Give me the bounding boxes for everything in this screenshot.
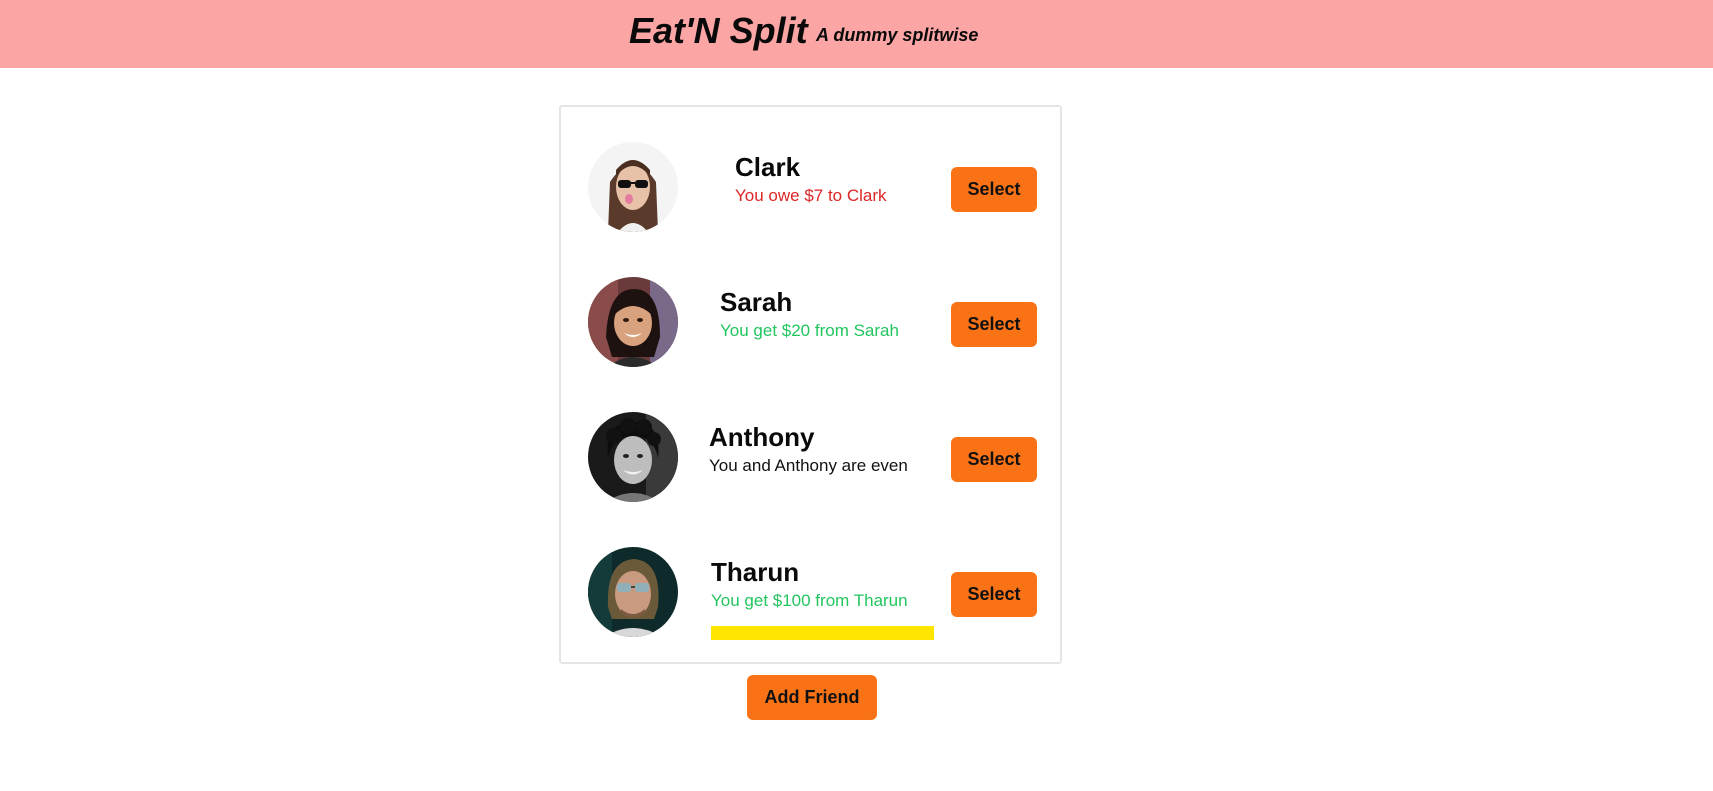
friend-balance: You owe $7 to Clark xyxy=(735,186,887,205)
friend-avatar xyxy=(588,412,678,502)
friend-item-tharun: Tharun You get $100 from Tharun Select xyxy=(561,539,1060,640)
friend-item-sarah: Sarah You get $20 from Sarah Select xyxy=(561,269,1060,369)
select-button[interactable]: Select xyxy=(951,437,1037,482)
friend-balance: You and Anthony are even xyxy=(709,456,908,475)
select-button[interactable]: Select xyxy=(951,572,1037,617)
avatar-photo-icon xyxy=(588,142,678,232)
app-header: Eat'N Split A dummy splitwise xyxy=(0,0,1713,68)
friend-balance: You get $20 from Sarah xyxy=(720,321,899,340)
add-friend-button[interactable]: Add Friend xyxy=(747,675,877,720)
avatar-photo-icon xyxy=(588,277,678,367)
app-title: Eat'N Split xyxy=(629,10,808,51)
highlight-mark xyxy=(711,626,934,640)
friend-avatar xyxy=(588,277,678,367)
friend-name: Anthony xyxy=(709,422,815,452)
friend-balance: You get $100 from Tharun xyxy=(711,591,908,610)
friend-item-clark: Clark You owe $7 to Clark Select xyxy=(561,134,1060,234)
friend-avatar xyxy=(588,547,678,637)
select-button[interactable]: Select xyxy=(951,302,1037,347)
friend-name: Clark xyxy=(735,152,801,182)
select-button[interactable]: Select xyxy=(951,167,1037,212)
friends-list: Clark You owe $7 to Clark Select Sarah Y… xyxy=(559,105,1062,664)
friend-name: Tharun xyxy=(711,557,800,587)
friend-item-anthony: Anthony You and Anthony are even Select xyxy=(561,404,1060,504)
app-subtitle: A dummy splitwise xyxy=(816,25,979,45)
friend-name: Sarah xyxy=(720,287,793,317)
avatar-photo-icon xyxy=(588,547,678,637)
friend-avatar xyxy=(588,142,678,232)
avatar-photo-icon xyxy=(588,412,678,502)
